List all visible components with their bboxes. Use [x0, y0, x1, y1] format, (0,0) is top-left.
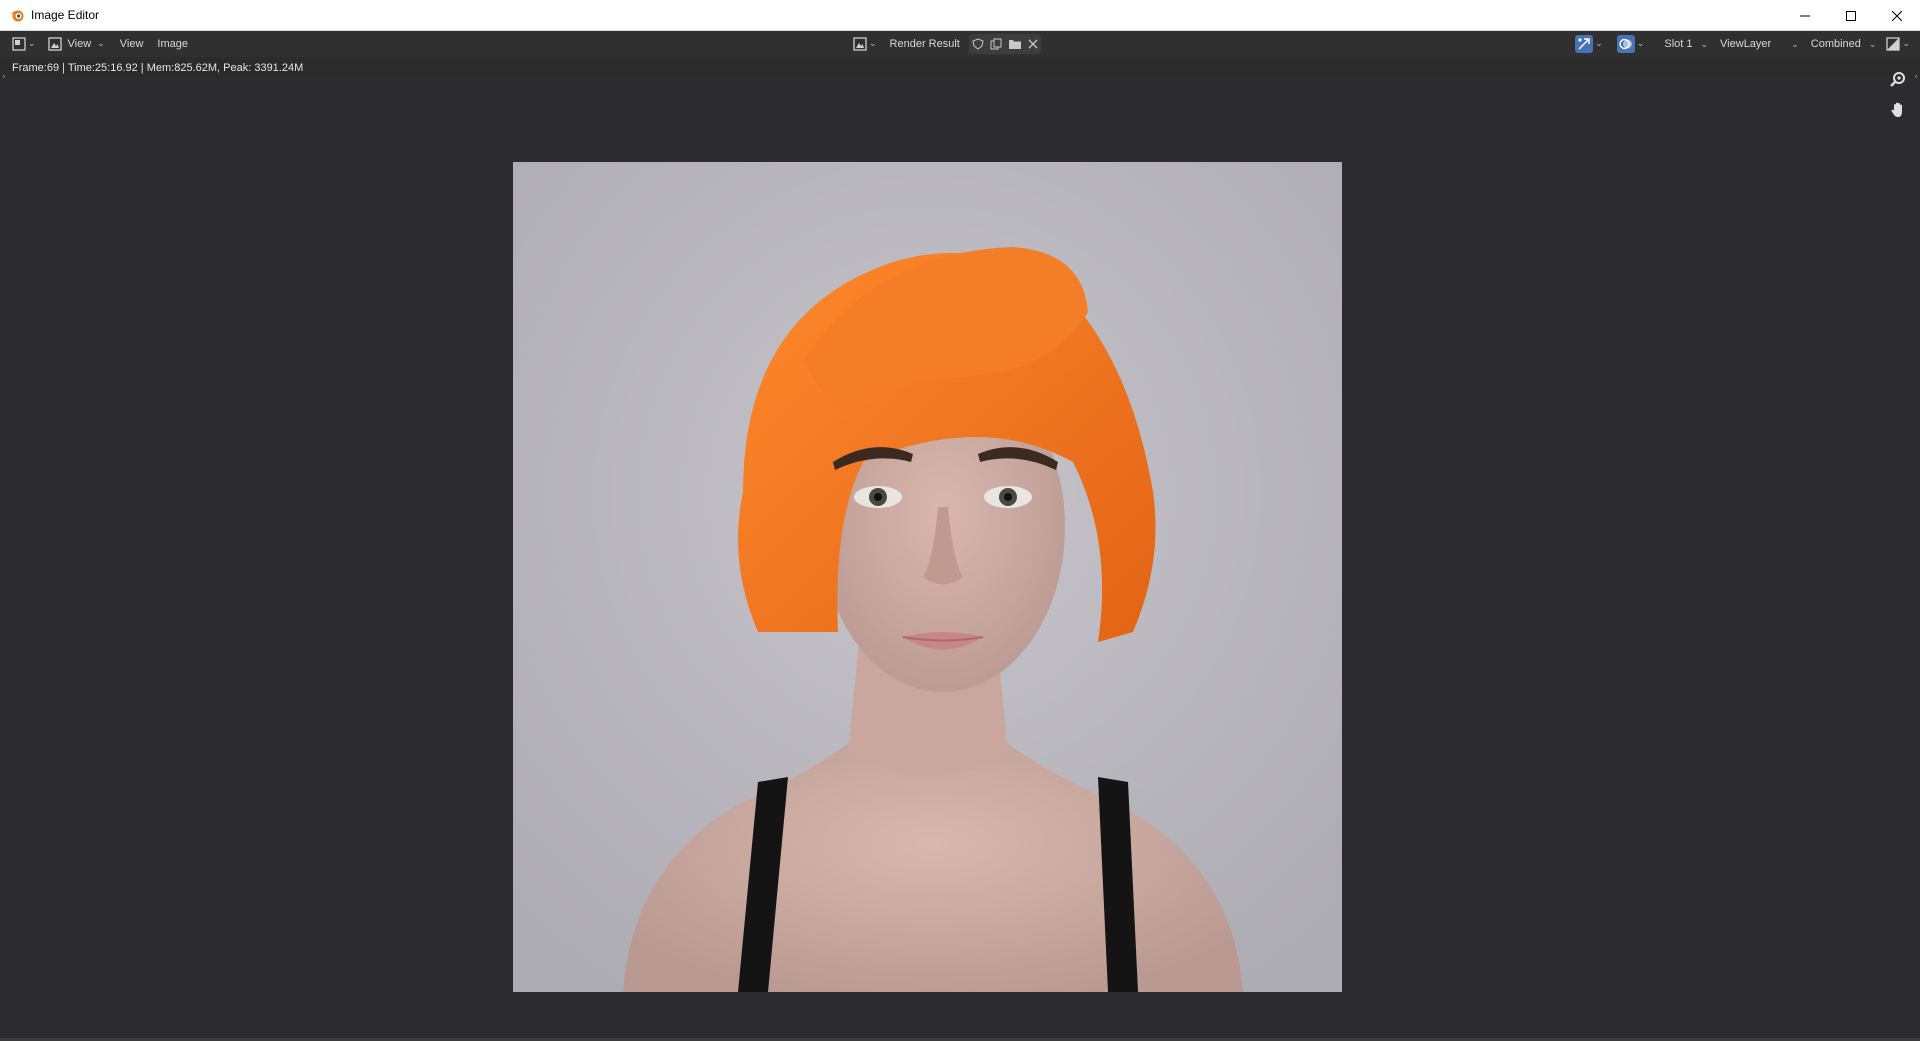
slot-dropdown[interactable]: Slot 1 ⌄: [1658, 34, 1714, 54]
toolbar-expand-arrow-icon[interactable]: ›: [2, 72, 6, 82]
render-pass-dropdown[interactable]: Combined ⌄: [1805, 34, 1883, 54]
duplicate-image-icon: [990, 38, 1002, 50]
view-layer-dropdown[interactable]: ViewLayer ⌄: [1714, 34, 1805, 54]
zoom-icon: [1890, 72, 1905, 87]
image-editor-header: ⌄ View ⌄ View Image ⌄ Render Result ⌄ ⌄ …: [0, 31, 1920, 57]
chevron-down-icon: ⌄: [1595, 39, 1603, 49]
portrait-render: [513, 162, 1342, 992]
image-browse-icon: [853, 37, 867, 51]
chevron-down-icon: ⌄: [869, 39, 877, 49]
minimize-button[interactable]: [1782, 0, 1828, 31]
display-channels-button[interactable]: ⌄: [1884, 34, 1912, 54]
menu-view[interactable]: View: [113, 33, 151, 55]
image-editor-icon: [12, 37, 26, 51]
unlink-image-button[interactable]: [1025, 34, 1041, 54]
maximize-icon: [1846, 10, 1856, 21]
chevron-down-icon: ⌄: [1868, 38, 1877, 49]
chevron-down-icon: ⌄: [1791, 38, 1799, 49]
open-image-button[interactable]: [1005, 34, 1025, 54]
duplicate-image-button[interactable]: [987, 34, 1005, 54]
overlay-toggle-button[interactable]: ⌄: [1615, 34, 1647, 54]
open-image-icon: [1008, 40, 1021, 49]
image-browse-button[interactable]: ⌄: [851, 34, 879, 54]
display-channels-icon: [1886, 37, 1901, 51]
overlay-toggle-icon: [1616, 35, 1635, 53]
chevron-down-icon: ⌄: [1700, 38, 1709, 49]
minimize-icon: [1800, 15, 1810, 16]
pan-hand-icon: [1891, 102, 1902, 117]
window-titlebar: Image Editor: [0, 0, 1920, 31]
menu-image[interactable]: Image: [150, 33, 195, 55]
chevron-down-icon: ⌄: [28, 39, 36, 49]
gizmo-toggle-icon: [1575, 35, 1594, 53]
editor-type-button[interactable]: ⌄: [10, 34, 38, 54]
chevron-down-icon: ⌄: [97, 39, 105, 49]
fake-user-button[interactable]: [969, 34, 987, 54]
gizmo-toggle-button[interactable]: ⌄: [1573, 34, 1605, 54]
close-icon: [1892, 10, 1902, 21]
pan-gizmo[interactable]: [1886, 98, 1910, 122]
render-pass-label: Combined: [1810, 38, 1861, 50]
slot-label: Slot 1: [1664, 38, 1693, 50]
mode-label: View: [67, 38, 92, 50]
chevron-down-icon: ⌄: [1902, 39, 1910, 49]
blender-logo-icon: [10, 10, 24, 22]
window-title: Image Editor: [31, 8, 100, 22]
render-result-image: [513, 162, 1342, 992]
chevron-down-icon: ⌄: [1636, 39, 1645, 49]
view-layer-label: ViewLayer: [1720, 38, 1772, 50]
render-status-text: Frame:69 | Time:25:16.92 | Mem:825.62M, …: [12, 62, 304, 74]
mode-selector[interactable]: View ⌄: [46, 34, 107, 54]
image-viewport[interactable]: › ‹: [0, 72, 1920, 1041]
image-name-field[interactable]: Render Result: [883, 33, 967, 55]
fake-user-shield-icon: [972, 38, 984, 50]
maximize-button[interactable]: [1828, 0, 1874, 31]
close-button[interactable]: [1874, 0, 1920, 31]
unlink-close-icon: [1028, 39, 1038, 49]
zoom-gizmo[interactable]: [1886, 68, 1910, 92]
view-mode-icon: [47, 37, 62, 51]
sidebar-expand-arrow-icon[interactable]: ‹: [1914, 72, 1918, 82]
